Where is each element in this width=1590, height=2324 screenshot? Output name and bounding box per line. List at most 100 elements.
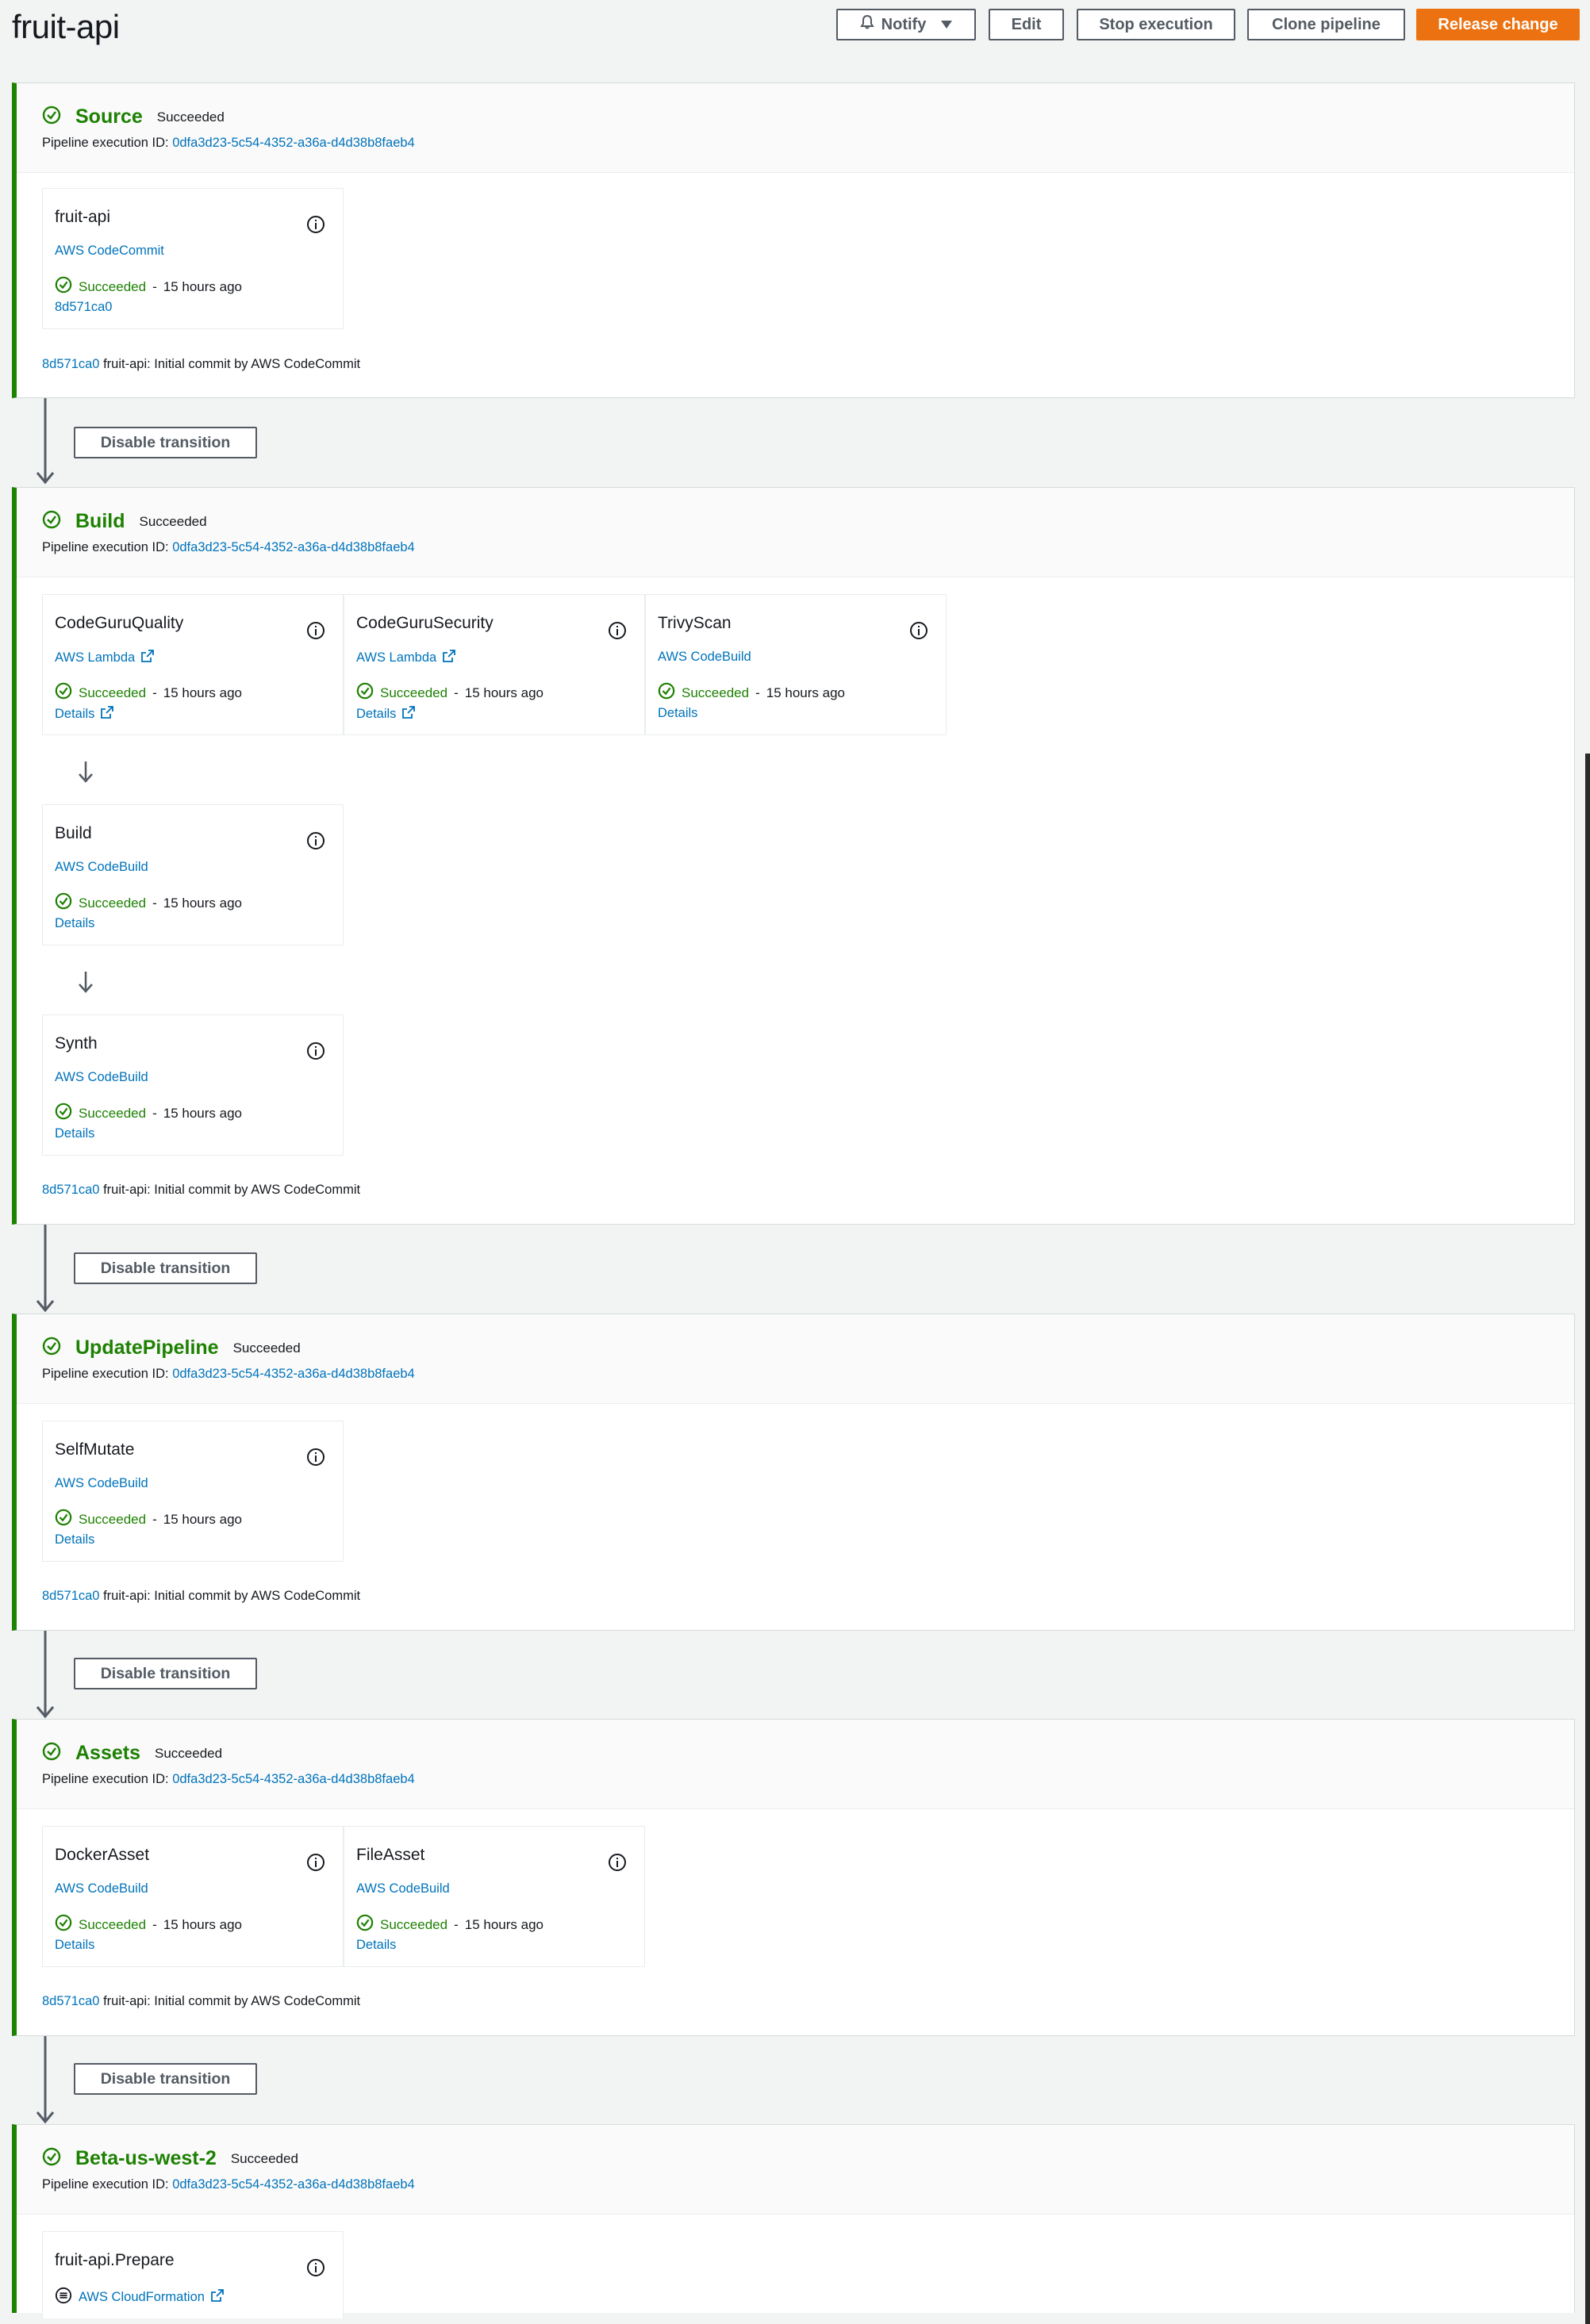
info-icon[interactable] <box>306 621 325 644</box>
status-text: Succeeded <box>79 1511 147 1527</box>
disable-transition-button[interactable]: Disable transition <box>74 1658 257 1689</box>
check-circle-icon <box>42 510 61 533</box>
status-text: Succeeded <box>79 1105 147 1121</box>
info-icon[interactable] <box>306 2258 325 2281</box>
commit-row: 8d571ca0 fruit-api: Initial commit by AW… <box>42 1994 360 2009</box>
action-status: Succeeded - 15 hours ago <box>356 682 543 704</box>
commit-message: fruit-api: Initial commit by AWS CodeCom… <box>103 1183 361 1197</box>
execution-id-row: Pipeline execution ID: 0dfa3d23-5c54-435… <box>42 136 415 151</box>
status-time: 15 hours ago <box>163 685 242 700</box>
page-title: fruit-api <box>12 8 120 45</box>
stage-header: Assets Succeeded Pipeline execution ID: … <box>17 1720 1574 1809</box>
details-label: Details <box>55 916 95 930</box>
check-circle-icon <box>55 682 72 704</box>
stage-beta-us-west-2: Beta-us-west-2 Succeeded Pipeline execut… <box>12 2124 1575 2318</box>
disable-transition-button[interactable]: Disable transition <box>74 2063 257 2095</box>
action-provider-link[interactable]: AWS CodeBuild <box>55 1070 148 1085</box>
status-separator: - <box>454 685 459 700</box>
action-name: Build <box>55 824 92 842</box>
details-link[interactable]: Details <box>658 706 697 721</box>
details-label: Details <box>55 1532 95 1547</box>
edit-button[interactable]: Edit <box>989 9 1064 40</box>
check-circle-icon <box>658 682 675 704</box>
status-time: 15 hours ago <box>163 1105 242 1121</box>
info-icon[interactable] <box>306 1041 325 1064</box>
action-provider-link[interactable]: AWS CodeBuild <box>55 1881 148 1896</box>
caret-down-icon <box>940 16 953 34</box>
disable-transition-button[interactable]: Disable transition <box>74 427 257 458</box>
external-link-icon <box>141 650 155 666</box>
action-provider-link[interactable]: AWS CodeBuild <box>55 1476 148 1491</box>
check-circle-icon <box>55 892 72 914</box>
action-name: fruit-api.Prepare <box>55 2251 175 2269</box>
info-icon[interactable] <box>306 1853 325 1876</box>
notify-button[interactable]: Notify <box>836 9 976 40</box>
stage-name: UpdatePipeline <box>75 1336 219 1359</box>
details-link[interactable]: Details <box>55 916 94 931</box>
arrow-down-icon <box>36 398 55 485</box>
action-status: Succeeded - 15 hours ago <box>356 1914 543 1935</box>
action-provider-link[interactable]: AWS CodeBuild <box>356 1881 450 1896</box>
details-link[interactable]: Details <box>356 1938 396 1953</box>
execution-id-label: Pipeline execution ID: <box>42 2177 169 2192</box>
details-link[interactable]: Details <box>55 706 114 723</box>
execution-id-link[interactable]: 0dfa3d23-5c54-4352-a36a-d4d38b8faeb4 <box>172 1772 415 1786</box>
action-card: Synth AWS CodeBuild Succeeded - 15 hours… <box>42 1014 344 1156</box>
action-name: fruit-api <box>55 208 111 226</box>
status-text: Succeeded <box>682 685 750 700</box>
status-text: Succeeded <box>380 1916 448 1932</box>
stop-execution-button[interactable]: Stop execution <box>1077 9 1235 40</box>
action-provider-link[interactable]: AWS Lambda <box>356 650 456 666</box>
execution-id-row: Pipeline execution ID: 0dfa3d23-5c54-435… <box>42 540 415 555</box>
info-icon[interactable] <box>608 621 627 644</box>
commit-row: 8d571ca0 fruit-api: Initial commit by AW… <box>42 1183 360 1198</box>
details-link[interactable]: Details <box>55 1532 94 1547</box>
provider-label: AWS Lambda <box>356 650 437 665</box>
commit-row: 8d571ca0 fruit-api: Initial commit by AW… <box>42 1589 360 1604</box>
action-card: fruit-api AWS CodeCommit Succeeded - 15 … <box>42 188 344 329</box>
execution-id-link[interactable]: 0dfa3d23-5c54-4352-a36a-d4d38b8faeb4 <box>172 2177 415 2192</box>
check-circle-icon <box>55 1103 72 1124</box>
details-link[interactable]: Details <box>55 1126 94 1141</box>
commit-link[interactable]: 8d571ca0 <box>55 300 113 315</box>
commit-id-link[interactable]: 8d571ca0 <box>42 1994 100 2008</box>
action-provider-link[interactable]: AWS CodeBuild <box>55 860 148 875</box>
info-icon[interactable] <box>306 831 325 854</box>
provider-label: AWS CloudFormation <box>79 2290 205 2304</box>
action-provider-link[interactable]: AWS CloudFormation <box>55 2287 224 2308</box>
status-separator: - <box>152 895 157 911</box>
info-icon[interactable] <box>909 621 928 644</box>
stage-name: Assets <box>75 1742 140 1764</box>
details-link[interactable]: Details <box>55 1938 94 1953</box>
provider-label: AWS CodeBuild <box>55 1881 148 1896</box>
clone-pipeline-button[interactable]: Clone pipeline <box>1247 9 1405 40</box>
info-icon[interactable] <box>306 215 325 238</box>
status-time: 15 hours ago <box>163 278 242 294</box>
action-provider-link[interactable]: AWS CodeCommit <box>55 244 164 259</box>
commit-id-link[interactable]: 8d571ca0 <box>42 1183 100 1197</box>
stage-status: Succeeded <box>139 513 207 529</box>
check-circle-icon <box>356 682 374 704</box>
release-change-button[interactable]: Release change <box>1416 9 1580 40</box>
details-link[interactable]: Details <box>356 706 416 723</box>
commit-id-link[interactable]: 8d571ca0 <box>42 357 100 371</box>
commit-message: fruit-api: Initial commit by AWS CodeCom… <box>103 1994 361 2008</box>
details-label: Details <box>356 707 397 721</box>
action-provider-link[interactable]: AWS Lambda <box>55 650 155 666</box>
execution-id-link[interactable]: 0dfa3d23-5c54-4352-a36a-d4d38b8faeb4 <box>172 1367 415 1381</box>
commit-id-link[interactable]: 8d571ca0 <box>42 1589 100 1603</box>
status-separator: - <box>152 1916 157 1932</box>
action-provider-link[interactable]: AWS CodeBuild <box>658 650 751 665</box>
status-time: 15 hours ago <box>163 1511 242 1527</box>
disable-transition-button[interactable]: Disable transition <box>74 1252 257 1284</box>
info-icon[interactable] <box>306 1448 325 1471</box>
action-name: TrivyScan <box>658 614 732 632</box>
notify-label: Notify <box>881 15 927 33</box>
execution-id-link[interactable]: 0dfa3d23-5c54-4352-a36a-d4d38b8faeb4 <box>172 540 415 554</box>
execution-id-row: Pipeline execution ID: 0dfa3d23-5c54-435… <box>42 1772 415 1787</box>
info-icon[interactable] <box>608 1853 627 1876</box>
execution-id-label: Pipeline execution ID: <box>42 1367 169 1381</box>
execution-id-link[interactable]: 0dfa3d23-5c54-4352-a36a-d4d38b8faeb4 <box>172 136 415 150</box>
stage-updatepipeline: UpdatePipeline Succeeded Pipeline execut… <box>12 1313 1575 1631</box>
external-link-icon <box>443 650 456 666</box>
